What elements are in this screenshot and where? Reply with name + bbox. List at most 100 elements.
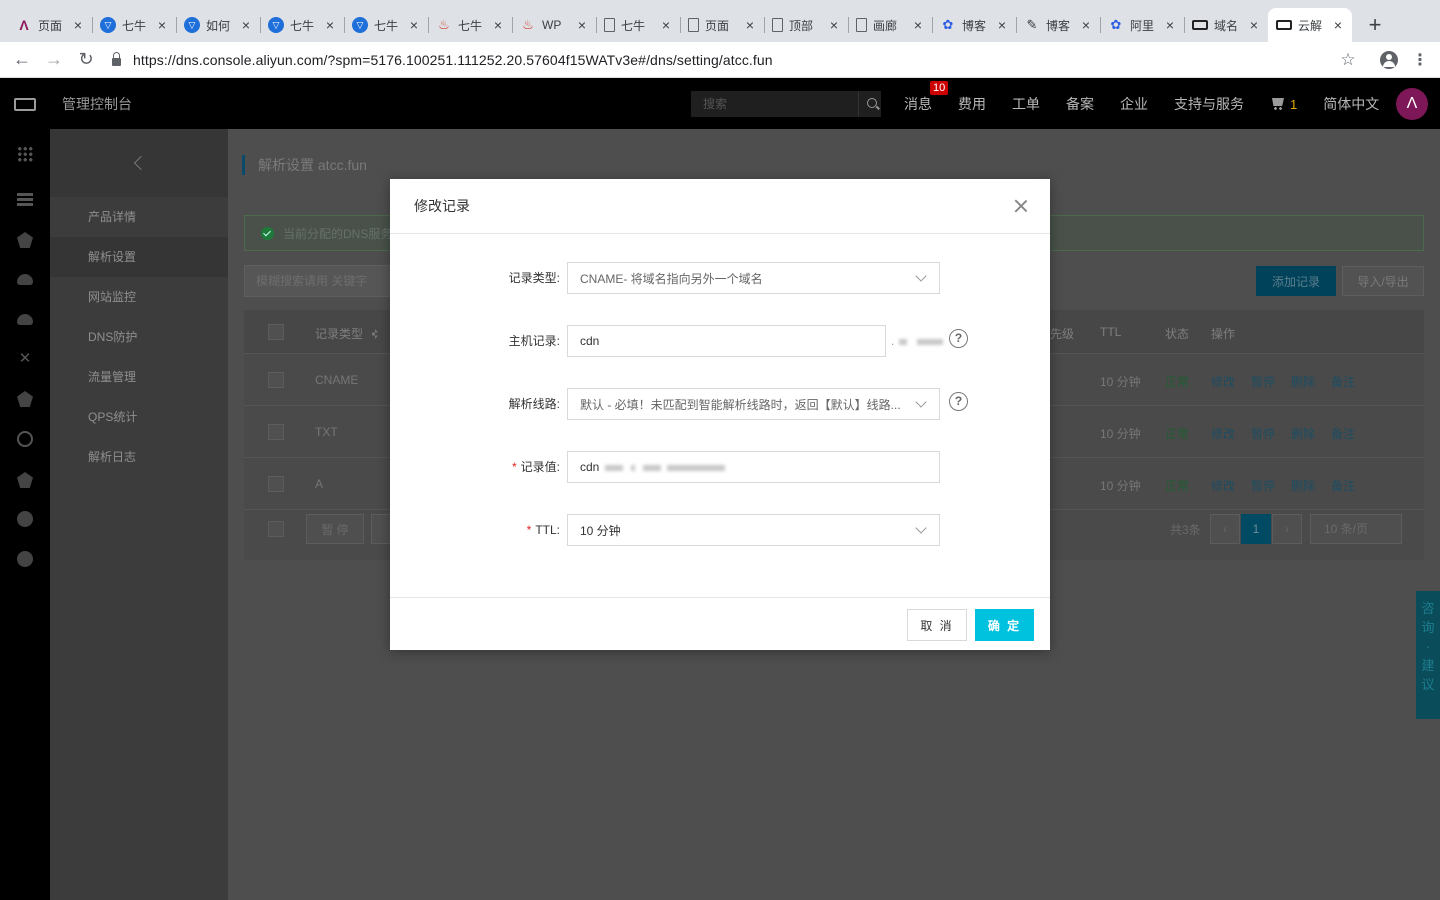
tab-close-icon[interactable]: × bbox=[492, 17, 504, 33]
account-icon[interactable] bbox=[1380, 50, 1398, 69]
browser-tab[interactable]: ♨ 七牛 × bbox=[428, 8, 512, 42]
browser-tab[interactable]: Λ 页面 × bbox=[8, 8, 92, 42]
cloud-upload-icon[interactable] bbox=[17, 314, 33, 325]
browser-tab[interactable]: ▽ 如何 × bbox=[176, 8, 260, 42]
reload-icon[interactable]: ↻ bbox=[70, 44, 102, 76]
row-action-3[interactable]: 备注 bbox=[1331, 479, 1355, 493]
row-action-0[interactable]: 修改 bbox=[1211, 427, 1235, 441]
cluster-icon[interactable] bbox=[17, 391, 33, 407]
user-avatar[interactable]: Λ bbox=[1396, 88, 1428, 120]
browser-tab[interactable]: ✿ 阿里 × bbox=[1100, 8, 1184, 42]
row-action-2[interactable]: 删除 bbox=[1291, 427, 1315, 441]
record-type-select[interactable]: CNAME- 将域名指向另外一个域名 bbox=[567, 262, 940, 294]
tab-close-icon[interactable]: × bbox=[660, 17, 672, 33]
browser-tab[interactable]: 顶部 × bbox=[764, 8, 848, 42]
tab-close-icon[interactable]: × bbox=[1332, 17, 1344, 33]
nav-support[interactable]: 支持与服务 bbox=[1174, 94, 1244, 114]
more-batch-button[interactable] bbox=[371, 514, 391, 544]
pause-selected-button[interactable]: 暂 停 bbox=[306, 514, 364, 544]
ttl-select[interactable]: 10 分钟 bbox=[567, 514, 940, 546]
row-action-3[interactable]: 备注 bbox=[1331, 375, 1355, 389]
footer-select-checkbox[interactable] bbox=[268, 521, 284, 537]
top-search-input[interactable] bbox=[691, 91, 858, 117]
cancel-button[interactable]: 取 消 bbox=[907, 609, 967, 641]
aliyun-logo-icon[interactable] bbox=[0, 79, 50, 129]
console-title[interactable]: 管理控制台 bbox=[62, 94, 132, 114]
tab-close-icon[interactable]: × bbox=[996, 17, 1008, 33]
sidebar-item-logs[interactable]: 解析日志 bbox=[50, 437, 228, 477]
browser-tab[interactable]: ▽ 七牛 × bbox=[92, 8, 176, 42]
page-size-select[interactable]: 10 条/页 bbox=[1310, 514, 1402, 544]
browser-tab[interactable]: ✿ 博客 × bbox=[932, 8, 1016, 42]
browser-tab[interactable]: 云解 × bbox=[1268, 8, 1352, 42]
help-icon[interactable]: ? bbox=[949, 329, 968, 348]
back-arrow-icon[interactable]: ← bbox=[6, 44, 38, 76]
tab-close-icon[interactable]: × bbox=[744, 17, 756, 33]
all-products-grid-icon[interactable] bbox=[17, 146, 33, 162]
tab-close-icon[interactable]: × bbox=[912, 17, 924, 33]
host-input[interactable]: cdn bbox=[567, 325, 886, 357]
bookmark-star-icon[interactable]: ☆ bbox=[1328, 50, 1368, 70]
page-1-button[interactable]: 1 bbox=[1241, 514, 1271, 544]
nav-language[interactable]: 简体中文 bbox=[1323, 94, 1379, 114]
browser-tab[interactable]: ✎ 博客 × bbox=[1016, 8, 1100, 42]
url-text[interactable]: https://dns.console.aliyun.com/?spm=5176… bbox=[133, 52, 773, 68]
feedback-tab[interactable]: 咨询 · 建议 bbox=[1416, 591, 1440, 719]
confirm-button[interactable]: 确 定 bbox=[975, 609, 1034, 641]
tab-close-icon[interactable]: × bbox=[1248, 17, 1260, 33]
forward-arrow-icon[interactable]: → bbox=[38, 44, 70, 76]
network-icon[interactable]: ✕ bbox=[17, 351, 33, 367]
tab-close-icon[interactable]: × bbox=[1164, 17, 1176, 33]
row-checkbox[interactable] bbox=[268, 476, 284, 492]
import-export-button[interactable]: 导入/导出 bbox=[1342, 266, 1424, 296]
server-stack-icon[interactable] bbox=[17, 193, 33, 206]
browser-tab[interactable]: 七牛 × bbox=[596, 8, 680, 42]
circle-icon[interactable] bbox=[17, 511, 33, 527]
bug-icon[interactable] bbox=[17, 472, 33, 488]
record-search-input[interactable]: 模糊搜索请用 关键字 bbox=[244, 265, 394, 297]
browser-tab[interactable]: ▽ 七牛 × bbox=[344, 8, 428, 42]
sidebar-item-dns-protection[interactable]: DNS防护 bbox=[50, 317, 228, 357]
shield-icon[interactable] bbox=[17, 232, 33, 248]
sidebar-item-qps[interactable]: QPS统计 bbox=[50, 397, 228, 437]
browser-tab[interactable]: 域名 × bbox=[1184, 8, 1268, 42]
row-action-0[interactable]: 修改 bbox=[1211, 375, 1235, 389]
circle-icon[interactable] bbox=[17, 551, 33, 567]
row-checkbox[interactable] bbox=[268, 424, 284, 440]
select-all-checkbox[interactable] bbox=[268, 324, 284, 340]
line-select[interactable]: 默认 - 必填！未匹配到智能解析线路时，返回【默认】线路... bbox=[567, 388, 940, 420]
browser-tab[interactable]: 画廊 × bbox=[848, 8, 932, 42]
nav-cart[interactable]: 1 bbox=[1270, 97, 1297, 112]
browser-tab[interactable]: 页面 × bbox=[680, 8, 764, 42]
row-action-2[interactable]: 删除 bbox=[1291, 375, 1315, 389]
help-icon[interactable]: ? bbox=[949, 392, 968, 411]
new-tab-icon[interactable]: + bbox=[1360, 8, 1390, 42]
tab-close-icon[interactable]: × bbox=[576, 17, 588, 33]
tab-close-icon[interactable]: × bbox=[1080, 17, 1092, 33]
sidebar-item-traffic[interactable]: 流量管理 bbox=[50, 357, 228, 397]
next-page-button[interactable]: › bbox=[1272, 514, 1302, 544]
tab-close-icon[interactable]: × bbox=[240, 17, 252, 33]
sidebar-item-product-detail[interactable]: 产品详情 bbox=[50, 197, 228, 237]
sidebar-back[interactable] bbox=[50, 129, 228, 197]
browser-tab[interactable]: ♨ WP × bbox=[512, 8, 596, 42]
browser-menu-icon[interactable]: ⋮ bbox=[1410, 50, 1430, 70]
address-bar[interactable]: https://dns.console.aliyun.com/?spm=5176… bbox=[108, 45, 1328, 75]
nav-icp[interactable]: 备案 bbox=[1066, 94, 1094, 114]
search-icon[interactable] bbox=[858, 91, 881, 117]
row-action-1[interactable]: 暂停 bbox=[1251, 479, 1275, 493]
header-record-type[interactable]: 记录类型 bbox=[315, 325, 379, 342]
sort-icon[interactable] bbox=[372, 329, 379, 339]
prev-page-button[interactable]: ‹ bbox=[1210, 514, 1240, 544]
globe-icon[interactable] bbox=[17, 431, 33, 447]
row-action-3[interactable]: 备注 bbox=[1331, 427, 1355, 441]
add-record-button[interactable]: 添加记录 bbox=[1256, 266, 1336, 296]
row-action-0[interactable]: 修改 bbox=[1211, 479, 1235, 493]
tab-close-icon[interactable]: × bbox=[72, 17, 84, 33]
tab-close-icon[interactable]: × bbox=[408, 17, 420, 33]
close-icon[interactable] bbox=[1014, 199, 1028, 213]
browser-tab[interactable]: ▽ 七牛 × bbox=[260, 8, 344, 42]
tab-close-icon[interactable]: × bbox=[828, 17, 840, 33]
chevron-left-icon[interactable] bbox=[133, 155, 149, 171]
row-action-2[interactable]: 删除 bbox=[1291, 479, 1315, 493]
